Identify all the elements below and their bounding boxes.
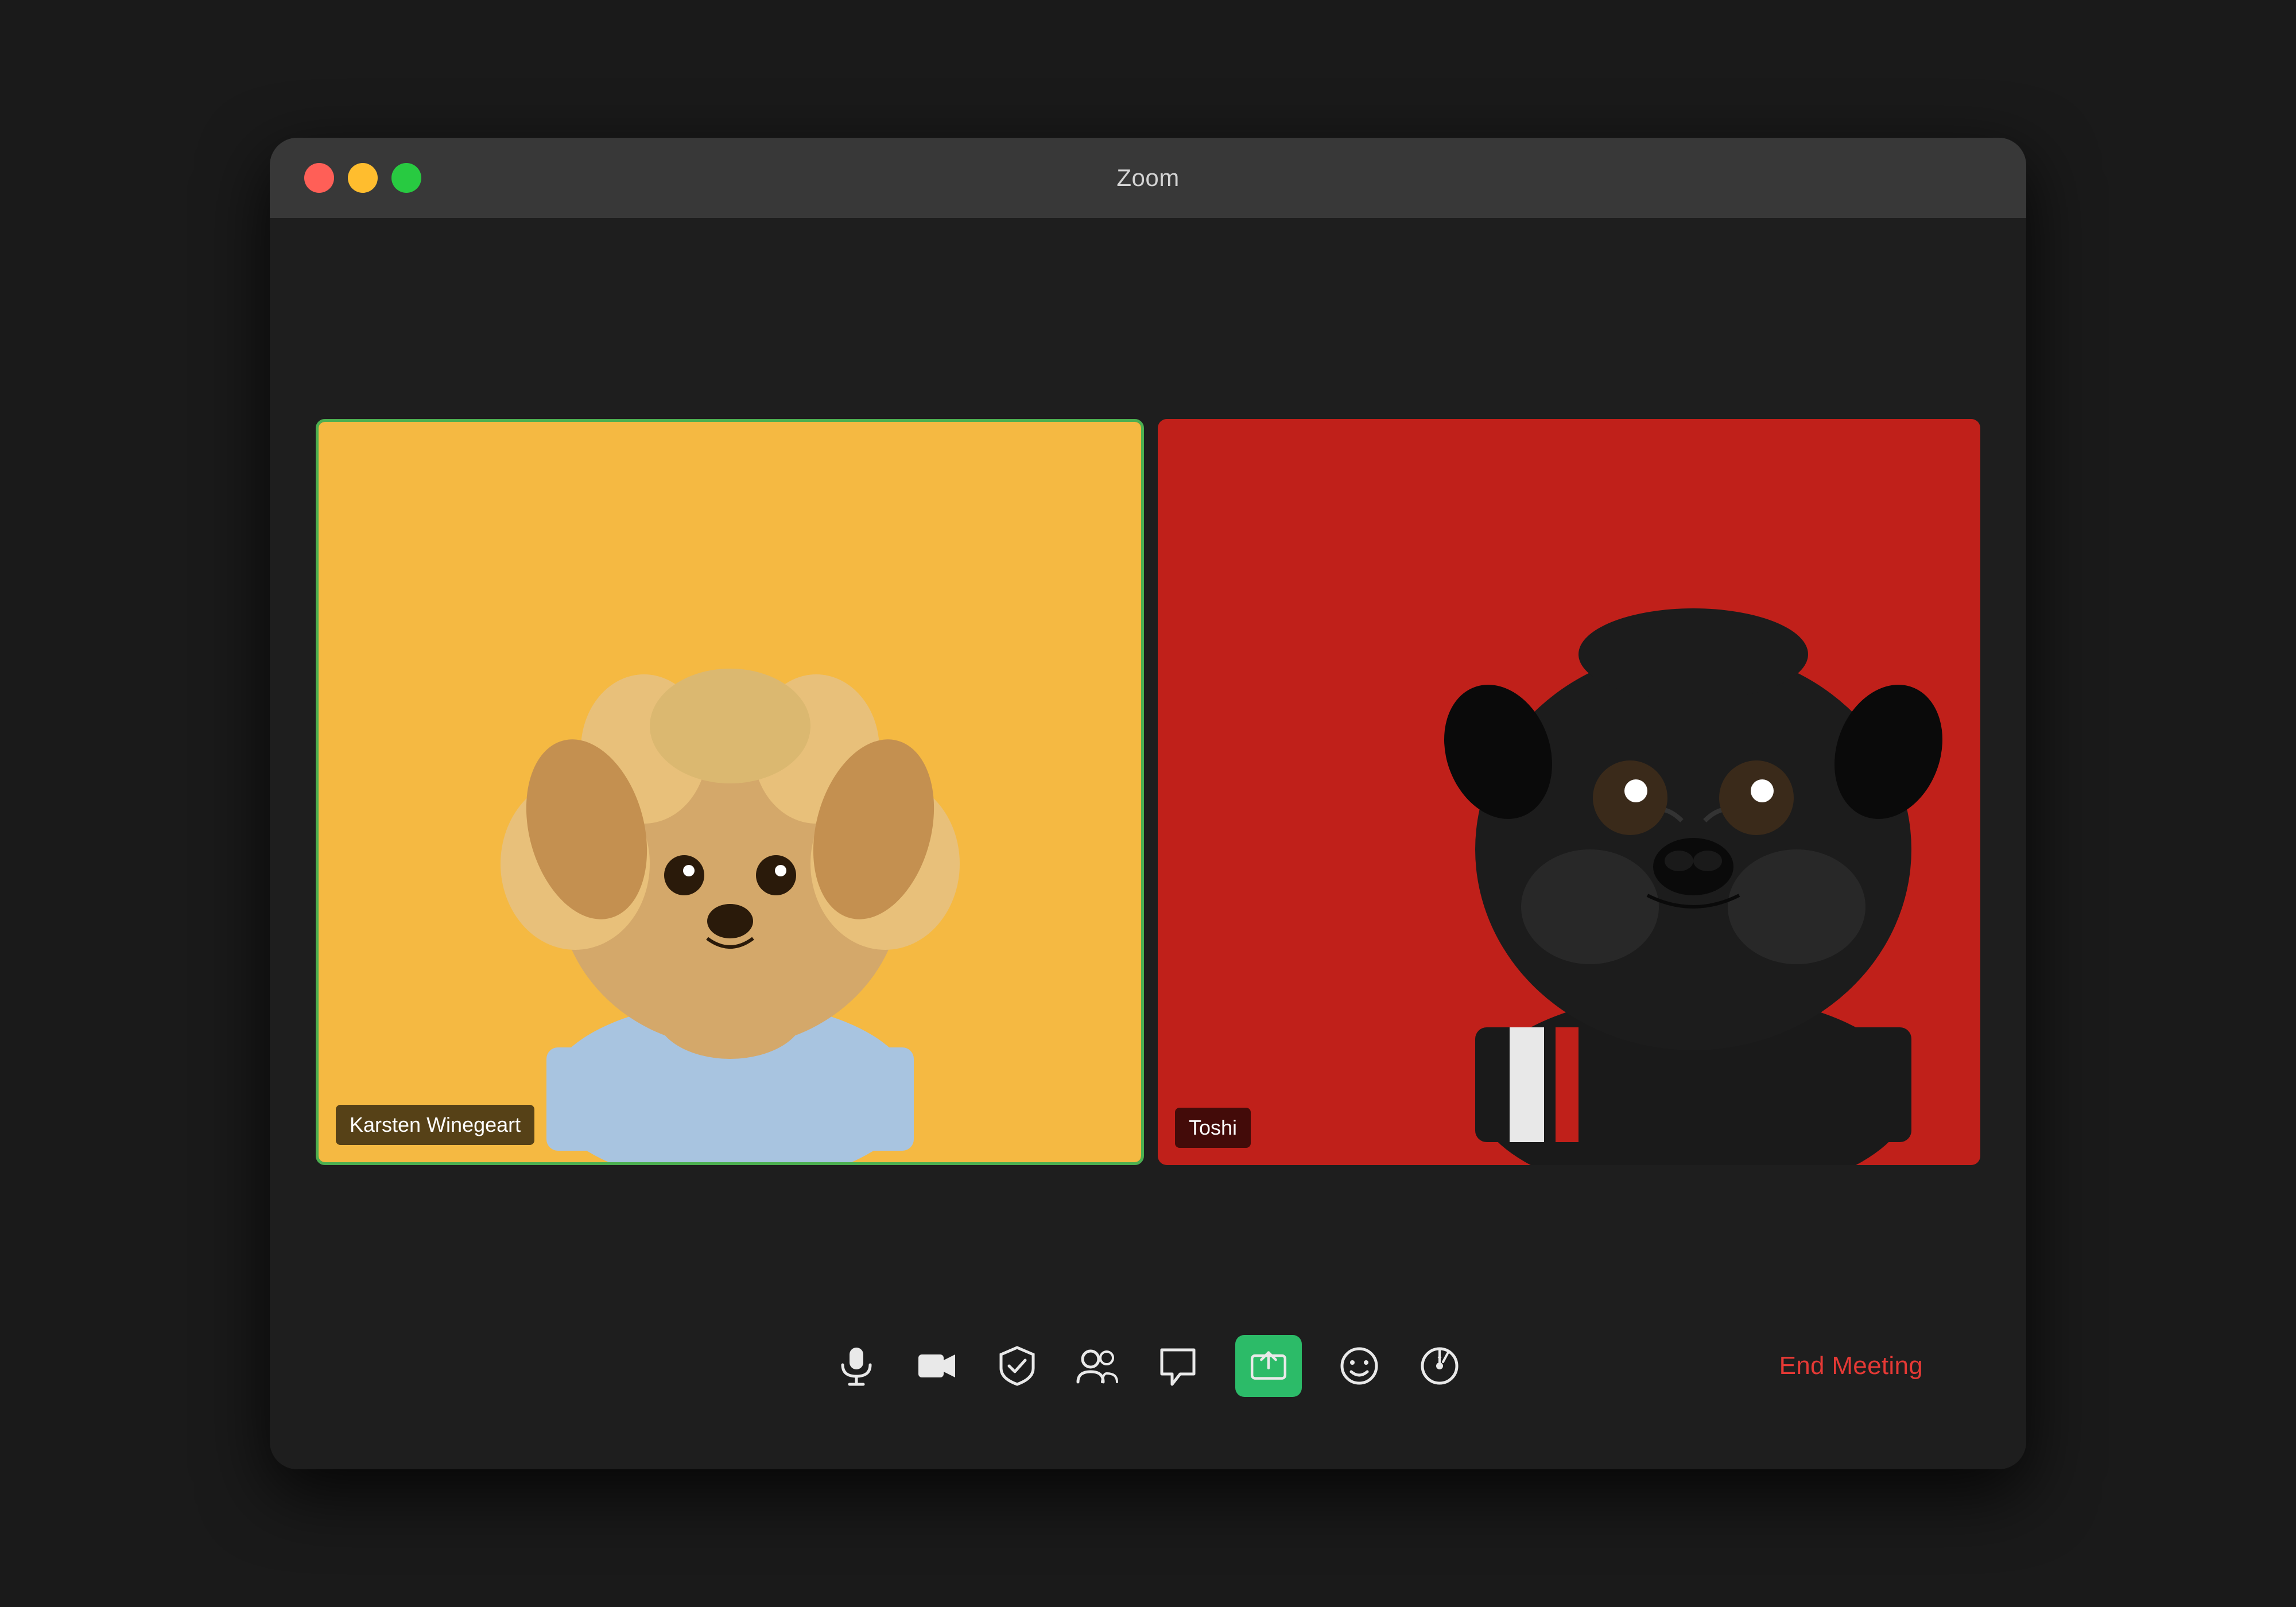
video-tile-right: Toshi	[1158, 419, 1980, 1165]
content-area: Karsten Winegeart	[270, 218, 2026, 1469]
end-meeting-button[interactable]: End Meeting	[1779, 1352, 1923, 1380]
dog1-illustration	[472, 531, 988, 1162]
toolbar: End Meeting	[316, 1297, 1980, 1435]
microphone-icon	[833, 1343, 879, 1389]
apps-button[interactable]	[1417, 1343, 1463, 1389]
reactions-icon	[1336, 1343, 1382, 1389]
mute-button[interactable]	[833, 1343, 879, 1389]
video-camera-icon	[914, 1343, 960, 1389]
share-screen-button[interactable]	[1235, 1335, 1302, 1397]
chat-button[interactable]	[1155, 1343, 1201, 1389]
participant-label-right: Toshi	[1175, 1108, 1251, 1148]
video-button[interactable]	[914, 1343, 960, 1389]
toolbar-buttons	[833, 1335, 1463, 1397]
apps-icon	[1417, 1343, 1463, 1389]
people-icon	[1075, 1343, 1120, 1389]
shield-icon	[994, 1343, 1040, 1389]
security-button[interactable]	[994, 1343, 1040, 1389]
video-grid: Karsten Winegeart	[316, 287, 1980, 1297]
titlebar: Zoom	[270, 138, 2026, 218]
chat-icon	[1155, 1343, 1201, 1389]
maximize-button[interactable]	[391, 163, 421, 193]
reactions-button[interactable]	[1336, 1343, 1382, 1389]
participant-label-left: Karsten Winegeart	[336, 1105, 534, 1145]
zoom-window: Zoom	[270, 138, 2026, 1469]
share-screen-icon	[1248, 1345, 1289, 1387]
traffic-lights	[304, 163, 421, 193]
participants-button[interactable]	[1075, 1343, 1120, 1389]
window-title: Zoom	[1116, 164, 1179, 192]
minimize-button[interactable]	[348, 163, 378, 193]
video-bg-right	[1158, 419, 1980, 1165]
video-tile-left: Karsten Winegeart	[316, 419, 1144, 1165]
dog2-illustration	[1360, 476, 1980, 1165]
close-button[interactable]	[304, 163, 334, 193]
video-bg-left	[319, 422, 1141, 1162]
